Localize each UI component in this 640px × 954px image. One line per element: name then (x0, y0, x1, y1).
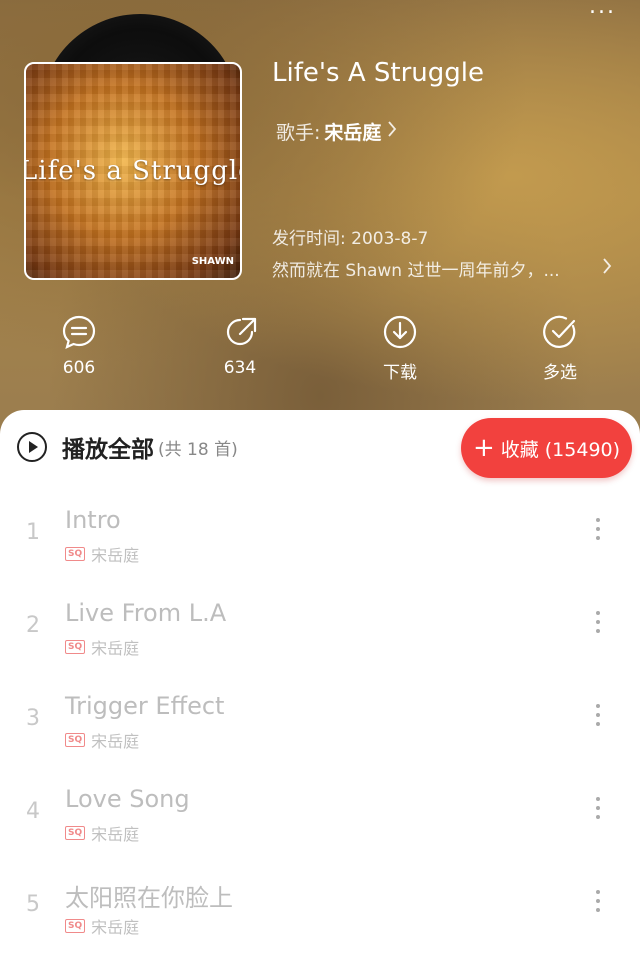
comment-count: 606 (62, 358, 96, 378)
chevron-right-icon (387, 121, 397, 142)
track-count: (共 18 首) (158, 439, 238, 460)
singer-name: 宋岳庭 (324, 122, 382, 144)
track-title: 太阳照在你脸上 (65, 884, 233, 912)
more-vertical-icon[interactable] (594, 797, 602, 824)
track-title: Live From L.A (65, 599, 227, 627)
play-all-button[interactable]: 播放全部 (共 18 首) (16, 430, 238, 464)
track-row[interactable]: 3 Trigger Effect SQ 宋岳庭 (0, 686, 640, 779)
track-title: Trigger Effect (65, 692, 225, 720)
more-vertical-icon[interactable] (594, 890, 602, 917)
collect-button[interactable]: + 收藏 (15490) (461, 418, 632, 478)
track-meta: SQ 宋岳庭 (65, 728, 139, 752)
more-vertical-icon[interactable] (594, 704, 602, 731)
plus-icon: + (472, 433, 495, 463)
more-vertical-icon[interactable] (594, 518, 602, 545)
multi-select-label: 多选 (543, 363, 577, 383)
share-button[interactable]: 634 (190, 314, 290, 378)
track-list-panel: 播放全部 (共 18 首) + 收藏 (15490) 1 Intro SQ 宋岳… (0, 410, 640, 954)
track-artist: 宋岳庭 (91, 825, 140, 844)
share-count: 634 (223, 358, 257, 378)
track-meta: SQ 宋岳庭 (65, 635, 139, 659)
sq-quality-badge: SQ (65, 826, 86, 840)
track-number: 1 (26, 520, 40, 545)
album-title: Life's A Struggle (272, 58, 484, 88)
track-artist: 宋岳庭 (91, 918, 140, 937)
collect-label: 收藏 (15490) (500, 438, 621, 461)
chevron-right-icon (602, 258, 612, 279)
comment-icon (62, 315, 96, 349)
track-meta: SQ 宋岳庭 (65, 821, 139, 845)
track-row[interactable]: 2 Live From L.A SQ 宋岳庭 (0, 593, 640, 686)
singer-label: 歌手: (276, 122, 321, 144)
download-icon (383, 315, 417, 349)
more-options-button[interactable]: ... (589, 0, 616, 19)
track-artist: 宋岳庭 (91, 546, 140, 565)
track-artist: 宋岳庭 (91, 639, 140, 658)
download-label: 下载 (383, 363, 417, 383)
track-title: Intro (65, 506, 121, 534)
track-number: 3 (26, 706, 40, 731)
track-number: 4 (26, 799, 40, 824)
sq-quality-badge: SQ (65, 919, 86, 933)
release-date: 发行时间: 2003-8-7 (272, 229, 429, 249)
track-number: 2 (26, 613, 40, 638)
sq-quality-badge: SQ (65, 547, 86, 561)
track-artist: 宋岳庭 (91, 732, 140, 751)
sq-quality-badge: SQ (65, 733, 86, 747)
track-list: 1 Intro SQ 宋岳庭 2 Live From L.A SQ 宋岳庭 3 … (0, 500, 640, 954)
download-button[interactable]: 下载 (350, 314, 450, 383)
track-row[interactable]: 1 Intro SQ 宋岳庭 (0, 500, 640, 593)
track-title: Love Song (65, 785, 190, 813)
play-all-label: 播放全部 (62, 437, 154, 463)
cover-artist-text: SHAWN (191, 256, 234, 267)
cover-title-text: Life's a Struggle (24, 156, 242, 186)
more-vertical-icon[interactable] (594, 611, 602, 638)
track-row[interactable]: 5 太阳照在你脸上 SQ 宋岳庭 (0, 872, 640, 954)
comment-button[interactable]: 606 (29, 314, 129, 378)
sq-quality-badge: SQ (65, 640, 86, 654)
track-row[interactable]: 4 Love Song SQ 宋岳庭 (0, 779, 640, 872)
album-description[interactable]: 然而就在 Shawn 过世一周年前夕，... (272, 256, 612, 281)
track-number: 5 (26, 892, 40, 917)
description-text: 然而就在 Shawn 过世一周年前夕，... (272, 261, 560, 281)
multi-select-button[interactable]: 多选 (510, 314, 610, 383)
action-bar: 606 634 下载 多选 (0, 314, 640, 394)
check-circle-icon (543, 315, 576, 348)
share-icon (226, 317, 257, 346)
album-header: ... Life's a Struggle SHAWN Life's A Str… (0, 0, 640, 440)
album-cover[interactable]: Life's a Struggle SHAWN (24, 62, 242, 280)
track-meta: SQ 宋岳庭 (65, 914, 139, 938)
singer-link[interactable]: 歌手: 宋岳庭 (276, 118, 397, 145)
play-circle-icon (17, 432, 47, 462)
track-meta: SQ 宋岳庭 (65, 542, 139, 566)
